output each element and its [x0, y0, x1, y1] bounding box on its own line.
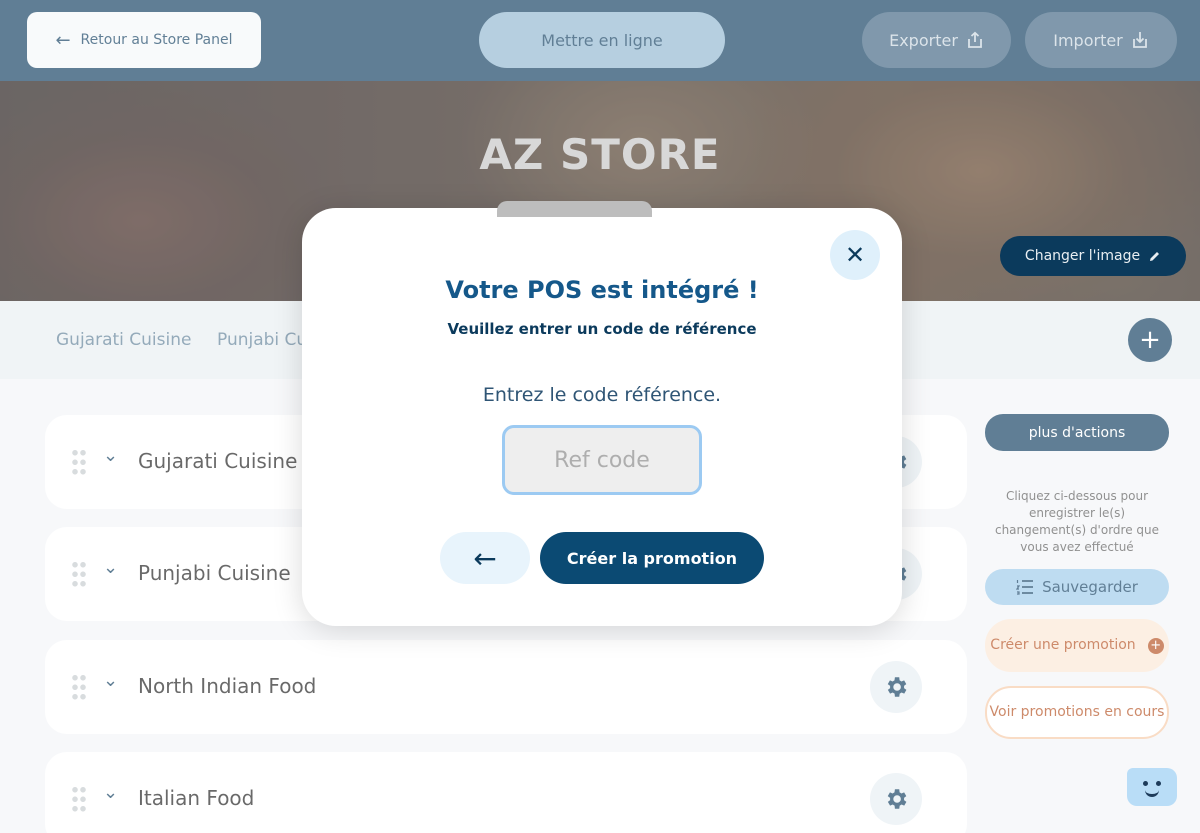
modal-back-button[interactable]: ← [440, 532, 530, 584]
change-image-label: Changer l'image [1024, 248, 1141, 264]
store-status-pill [497, 201, 652, 217]
modal-subtitle: Veuillez entrer un code de référence [447, 320, 757, 338]
store-name: AZ STORE [479, 130, 721, 179]
close-button[interactable]: ✕ [830, 230, 880, 280]
create-promotion-submit-button[interactable]: Créer la promotion [540, 532, 764, 584]
pos-integrated-modal: ✕ Votre POS est intégré ! Veuillez entre… [302, 208, 902, 626]
pencil-icon [1150, 251, 1160, 261]
chat-bot-icon[interactable] [1127, 768, 1177, 806]
modal-title: Votre POS est intégré ! [445, 276, 759, 304]
change-image-button[interactable]: Changer l'image [1000, 236, 1186, 276]
ref-code-prompt: Entrez le code référence. [482, 384, 722, 406]
create-promotion-submit-label: Créer la promotion [566, 548, 738, 568]
arrow-left-icon: ← [473, 541, 497, 575]
ref-code-input[interactable] [502, 425, 702, 495]
close-icon: ✕ [844, 241, 866, 269]
